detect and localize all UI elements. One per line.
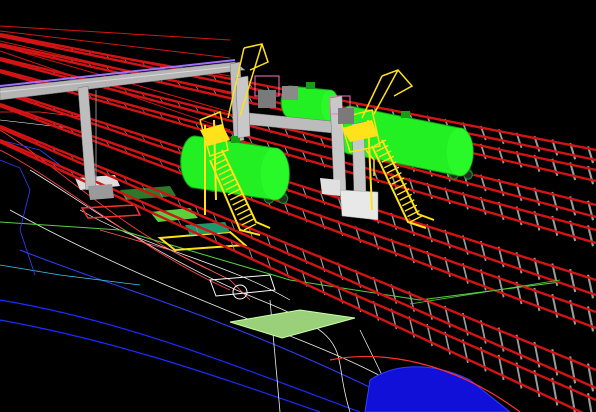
- equipment-box: [282, 86, 298, 100]
- contour-line: [0, 264, 141, 286]
- equipment-box: [338, 108, 354, 124]
- tank-dome: [306, 82, 315, 89]
- stair-tread: [232, 198, 245, 206]
- pond-area: [364, 366, 511, 412]
- tank-end-cap: [446, 128, 474, 176]
- stair-tread: [234, 203, 248, 211]
- stair-tread: [239, 213, 252, 221]
- stair-tread: [409, 215, 423, 223]
- gangway-rail: [373, 69, 399, 115]
- column-footing: [88, 184, 114, 200]
- tank-dome: [401, 111, 410, 118]
- contour-line: [29, 169, 351, 412]
- equipment-box: [258, 90, 276, 108]
- stair-tread: [241, 218, 255, 226]
- tank-end-cap: [260, 148, 290, 200]
- column-footing: [320, 178, 340, 196]
- stair-tread: [236, 208, 250, 216]
- tank-car-icon[interactable]: [180, 135, 290, 204]
- rail: [0, 25, 231, 41]
- railyard-3d-scene[interactable]: [0, 0, 596, 412]
- contour-line: [0, 159, 36, 276]
- cad-3d-viewport[interactable]: [0, 0, 596, 412]
